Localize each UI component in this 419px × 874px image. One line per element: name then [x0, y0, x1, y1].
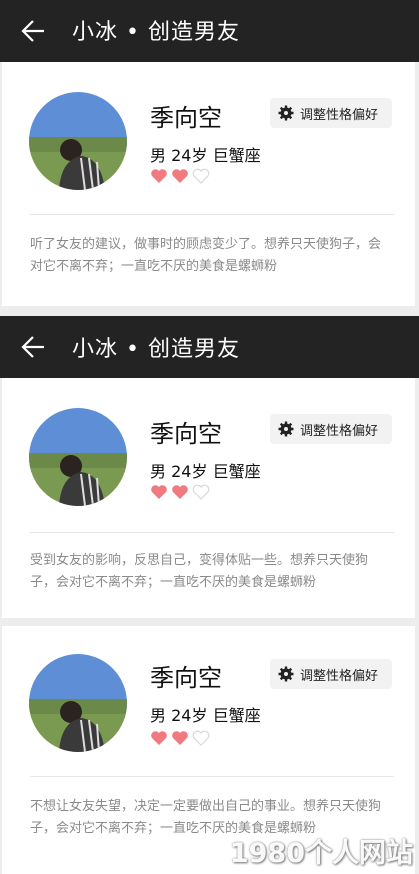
profile-card-1: 季向空 调整性格偏好 男 24岁 巨蟹座 听了女友的建议，做事时的顾虑变少了。想…	[2, 62, 415, 306]
profile-zodiac: 巨蟹座	[212, 462, 261, 481]
gear-icon	[278, 421, 294, 437]
heart-empty-icon	[192, 730, 210, 746]
profile-meta: 男 24岁 巨蟹座	[150, 458, 261, 482]
adjust-personality-button[interactable]: 调整性格偏好	[270, 98, 392, 128]
profile-gender: 男	[150, 706, 167, 725]
heart-empty-icon	[192, 484, 210, 500]
profile-meta: 男 24岁 巨蟹座	[150, 142, 261, 166]
heart-filled-icon	[172, 485, 188, 499]
profile-description: 听了女友的建议，做事时的顾虑变少了。想养只天使狗子，会对它不离不弃；一直吃不厌的…	[30, 237, 382, 274]
heart-filled-icon	[172, 169, 188, 183]
heart-filled-icon	[172, 731, 188, 745]
profile-description: 受到女友的影响，反思自己，变得体贴一些。想养只天使狗子，会对它不离不弃；一直吃不…	[30, 553, 369, 590]
avatar[interactable]	[29, 92, 127, 190]
profile-name: 季向空	[150, 104, 222, 132]
affection-hearts	[150, 484, 210, 502]
top-nav-bar-1: 小冰 • 创造男友	[0, 0, 419, 62]
avatar[interactable]	[29, 654, 127, 752]
back-arrow-icon[interactable]	[20, 18, 46, 44]
adjust-button-label: 调整性格偏好	[300, 668, 379, 684]
profile-card-2: 季向空 调整性格偏好 男 24岁 巨蟹座 受到女友的影响，反思自己，变得体贴一些…	[2, 378, 415, 618]
heart-filled-icon	[151, 731, 167, 745]
profile-zodiac: 巨蟹座	[212, 706, 261, 725]
adjust-personality-button[interactable]: 调整性格偏好	[270, 659, 392, 689]
profile-zodiac: 巨蟹座	[212, 146, 261, 165]
divider	[30, 214, 394, 215]
gear-icon	[278, 105, 294, 121]
affection-hearts	[150, 730, 210, 748]
divider	[30, 532, 394, 533]
divider	[30, 776, 394, 777]
avatar[interactable]	[29, 408, 127, 506]
site-watermark: 1980个人网站	[229, 838, 413, 869]
adjust-button-label: 调整性格偏好	[300, 423, 379, 439]
adjust-button-label: 调整性格偏好	[300, 107, 379, 123]
top-nav-bar-2: 小冰 • 创造男友	[0, 316, 419, 378]
back-arrow-icon[interactable]	[20, 334, 46, 360]
profile-age: 24岁	[171, 462, 208, 481]
gear-icon	[278, 666, 294, 682]
adjust-personality-button[interactable]: 调整性格偏好	[270, 414, 392, 444]
profile-age: 24岁	[171, 706, 208, 725]
profile-name: 季向空	[150, 420, 222, 448]
affection-hearts	[150, 168, 210, 186]
heart-filled-icon	[151, 169, 167, 183]
profile-gender: 男	[150, 462, 167, 481]
heart-empty-icon	[192, 168, 210, 184]
profile-age: 24岁	[171, 146, 208, 165]
profile-gender: 男	[150, 146, 167, 165]
profile-name: 季向空	[150, 664, 222, 692]
heart-filled-icon	[151, 485, 167, 499]
page-title: 小冰 • 创造男友	[72, 337, 240, 362]
page-title: 小冰 • 创造男友	[72, 20, 240, 45]
profile-meta: 男 24岁 巨蟹座	[150, 702, 261, 726]
